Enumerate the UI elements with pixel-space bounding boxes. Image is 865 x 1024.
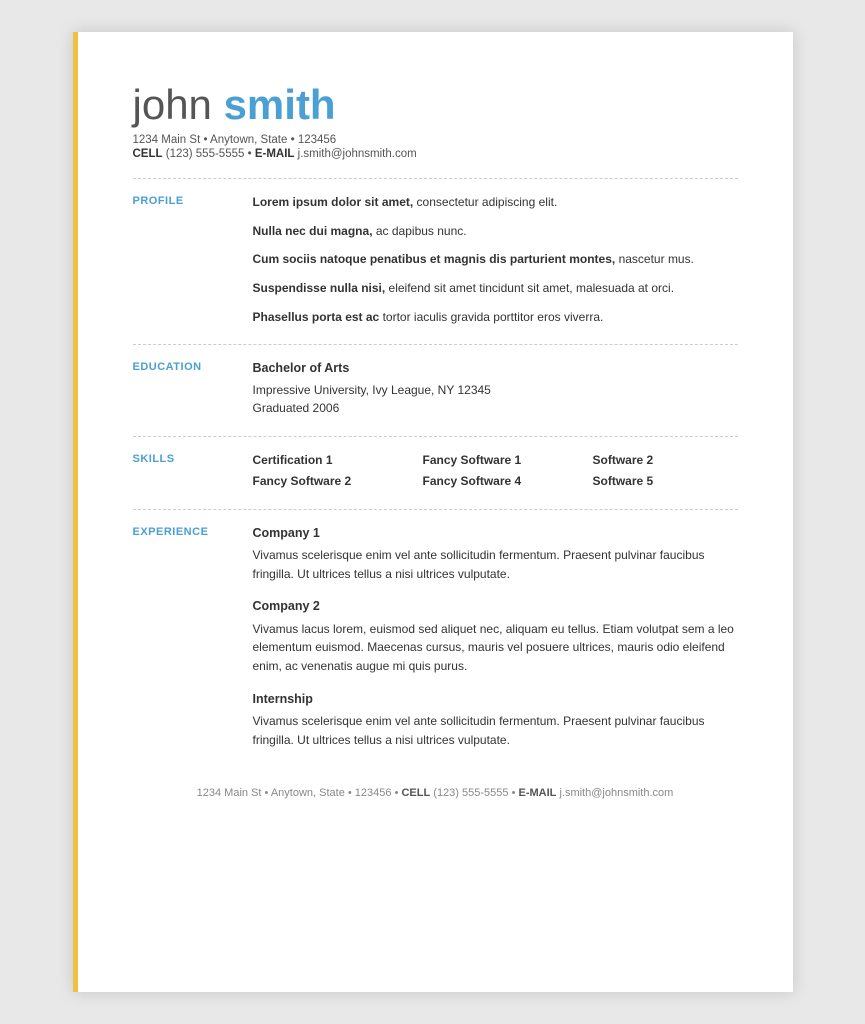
exp-item-2: Company 2 Vivamus lacus lorem, euismod s…: [253, 597, 738, 675]
cell-label: CELL: [133, 148, 163, 160]
profile-section: PROFILE Lorem ipsum dolor sit amet, cons…: [133, 193, 738, 330]
edu-graduated: Graduated 2006: [253, 399, 738, 418]
experience-label: EXPERIENCE: [133, 524, 253, 749]
skills-content: Certification 1 Fancy Software 1 Softwar…: [253, 451, 738, 491]
exp-company-3: Internship: [253, 690, 738, 709]
email-address: j.smith@johnsmith.com: [298, 148, 417, 160]
edu-university: Impressive University, Ivy League, NY 12…: [253, 381, 738, 400]
profile-bold-2: Nulla nec dui magna,: [253, 224, 373, 238]
header: john smith 1234 Main St • Anytown, State…: [133, 82, 738, 160]
experience-section: EXPERIENCE Company 1 Vivamus scelerisque…: [133, 524, 738, 753]
profile-text-2: ac dapibus nunc.: [376, 224, 467, 238]
skill-6: Software 5: [593, 472, 713, 491]
profile-bold-3: Cum sociis natoque penatibus et magnis d…: [253, 252, 616, 266]
profile-item-2: Nulla nec dui magna, ac dapibus nunc.: [253, 222, 738, 241]
skill-4: Fancy Software 2: [253, 472, 413, 491]
education-content: Bachelor of Arts Impressive University, …: [253, 359, 738, 418]
page-wrapper: john smith 1234 Main St • Anytown, State…: [0, 0, 865, 1024]
footer-address: 1234 Main St • Anytown, State • 123456: [197, 787, 392, 799]
education-section: EDUCATION Bachelor of Arts Impressive Un…: [133, 359, 738, 422]
experience-content: Company 1 Vivamus scelerisque enim vel a…: [253, 524, 738, 749]
profile-item-3: Cum sociis natoque penatibus et magnis d…: [253, 250, 738, 269]
profile-bold-4: Suspendisse nulla nisi,: [253, 281, 386, 295]
address: 1234 Main St • Anytown, State • 123456: [133, 134, 738, 146]
skill-3: Software 2: [593, 451, 713, 470]
education-label: EDUCATION: [133, 359, 253, 418]
skill-2: Fancy Software 1: [423, 451, 583, 470]
footer: 1234 Main St • Anytown, State • 123456 •…: [133, 777, 738, 799]
exp-item-3: Internship Vivamus scelerisque enim vel …: [253, 690, 738, 750]
profile-item-5: Phasellus porta est ac tortor iaculis gr…: [253, 308, 738, 327]
skill-5: Fancy Software 4: [423, 472, 583, 491]
resume-document: john smith 1234 Main St • Anytown, State…: [73, 32, 793, 992]
first-name: john: [133, 81, 212, 128]
profile-text-5: tortor iaculis gravida porttitor eros vi…: [383, 310, 604, 324]
skill-1: Certification 1: [253, 451, 413, 470]
profile-text-3: nascetur mus.: [619, 252, 694, 266]
footer-cell: (123) 555-5555: [433, 787, 508, 799]
footer-email: j.smith@johnsmith.com: [559, 787, 673, 799]
skills-section: SKILLS Certification 1 Fancy Software 1 …: [133, 451, 738, 495]
profile-bold-5: Phasellus porta est ac: [253, 310, 380, 324]
exp-desc-1: Vivamus scelerisque enim vel ante sollic…: [253, 546, 738, 583]
skills-divider: [133, 509, 738, 510]
exp-desc-3: Vivamus scelerisque enim vel ante sollic…: [253, 712, 738, 749]
email-label: E-MAIL: [255, 148, 295, 160]
profile-item-1: Lorem ipsum dolor sit amet, consectetur …: [253, 193, 738, 212]
edu-degree: Bachelor of Arts: [253, 359, 738, 378]
footer-email-label: E-MAIL: [519, 787, 557, 799]
exp-company-1: Company 1: [253, 524, 738, 543]
contact-line: CELL (123) 555-5555 • E-MAIL j.smith@joh…: [133, 148, 738, 160]
profile-text-4: eleifend sit amet tincidunt sit amet, ma…: [389, 281, 674, 295]
exp-item-1: Company 1 Vivamus scelerisque enim vel a…: [253, 524, 738, 584]
profile-text-1: consectetur adipiscing elit.: [417, 195, 558, 209]
exp-company-2: Company 2: [253, 597, 738, 616]
cell-number: (123) 555-5555: [166, 148, 245, 160]
header-divider: [133, 178, 738, 179]
profile-item-4: Suspendisse nulla nisi, eleifend sit ame…: [253, 279, 738, 298]
profile-label: PROFILE: [133, 193, 253, 326]
footer-cell-label: CELL: [401, 787, 430, 799]
skills-label: SKILLS: [133, 451, 253, 491]
profile-content: Lorem ipsum dolor sit amet, consectetur …: [253, 193, 738, 326]
profile-divider: [133, 344, 738, 345]
skills-grid: Certification 1 Fancy Software 1 Softwar…: [253, 451, 738, 491]
last-name: smith: [224, 81, 336, 128]
profile-bold-1: Lorem ipsum dolor sit amet,: [253, 195, 414, 209]
name-heading: john smith: [133, 82, 738, 128]
exp-desc-2: Vivamus lacus lorem, euismod sed aliquet…: [253, 620, 738, 676]
education-divider: [133, 436, 738, 437]
